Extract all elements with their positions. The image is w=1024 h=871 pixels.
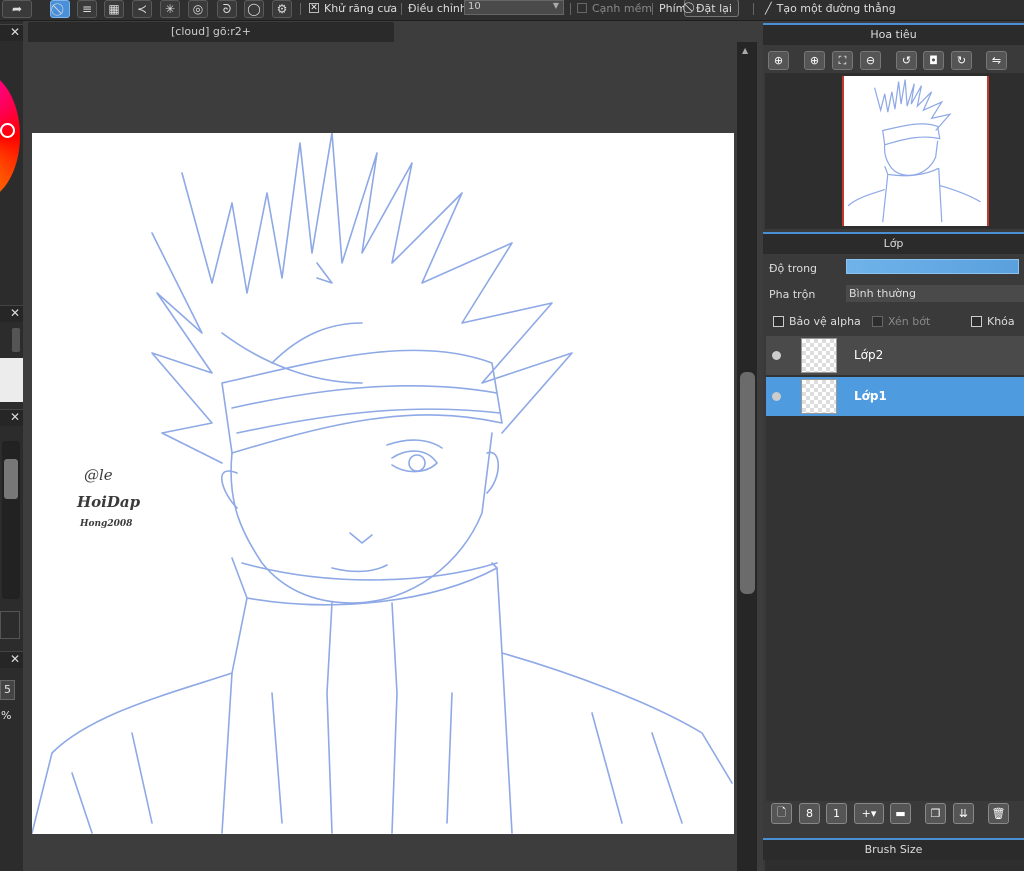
left-panels: ✕ ✕ ✕ ✕ 5 % [0, 21, 23, 871]
soft-edge-checkbox[interactable] [577, 3, 587, 13]
new-layer-icon[interactable]: 🗋 [771, 803, 792, 824]
panel-header: ✕ [0, 24, 23, 41]
close-icon[interactable]: ✕ [10, 652, 20, 666]
add-layer-menu-icon[interactable]: +▾ [854, 803, 884, 824]
parallel-lines-icon[interactable]: ≡ [77, 0, 97, 18]
settings-icon[interactable]: ⚙ [272, 0, 292, 18]
visibility-icon[interactable] [772, 351, 781, 360]
new-layer-8bit-icon[interactable]: 8 [799, 803, 820, 824]
size-value-field[interactable]: 5 [0, 680, 15, 700]
circle-icon[interactable]: ◯ [244, 0, 264, 18]
antialias-checkbox[interactable]: ✕ [309, 3, 319, 13]
rotate-right-icon[interactable]: ↻ [951, 51, 972, 70]
lock-label: Khóa [987, 315, 1015, 328]
layer-row[interactable]: Lớp2 [766, 336, 1024, 375]
signature-line-2: HoiDap [76, 493, 141, 511]
navigator-title: Hoa tiêu [763, 23, 1024, 45]
flip-icon[interactable]: ⇋ [986, 51, 1007, 70]
percent-label: % [1, 709, 12, 722]
clipping-checkbox[interactable] [872, 316, 883, 327]
adjust-label: Điều chỉnh [408, 2, 467, 15]
toolbar-divider [753, 3, 754, 15]
brush-preview [0, 358, 23, 402]
brush-size-title: Brush Size [763, 838, 1024, 860]
toolbar-divider [401, 3, 402, 15]
protect-alpha-checkbox[interactable] [773, 316, 784, 327]
no-snap-icon[interactable]: ⃠ [50, 0, 70, 18]
adjust-select[interactable]: 10 ▼ [464, 0, 564, 15]
antialias-label: Khử răng cưa [324, 2, 398, 15]
close-icon[interactable]: ✕ [10, 306, 20, 320]
color-wheel[interactable] [0, 71, 20, 201]
slider-thumb[interactable] [4, 459, 18, 499]
opacity-slider[interactable] [846, 259, 1019, 274]
document-tab[interactable]: [cloud] gõ:r2+ [28, 22, 394, 42]
key-label: Phím [659, 2, 687, 15]
layers-title: Lớp [763, 232, 1024, 254]
sketch-drawing: @le HoiDap Hong2008 [32, 133, 733, 834]
layer-thumbnail [801, 338, 837, 373]
ruler-line-icon: ╱ [765, 1, 772, 15]
drawing-canvas[interactable]: @le HoiDap Hong2008 [32, 133, 734, 834]
panel-box [0, 611, 20, 639]
panel-header: ✕ [0, 305, 23, 322]
layer-row-selected[interactable]: Lớp1 [766, 377, 1024, 416]
blend-mode-select[interactable]: Bình thường [846, 285, 1024, 302]
layer-thumbnail [801, 379, 837, 414]
navigator-thumbnail [847, 79, 981, 223]
redo-icon[interactable]: ➦ [2, 0, 32, 18]
merge-icon[interactable]: ⇊ [953, 803, 974, 824]
fit-icon[interactable]: ⛶ [832, 51, 853, 70]
scrollbar-thumb[interactable] [740, 372, 755, 594]
scroll-handle[interactable] [12, 328, 20, 352]
toolbar-divider [570, 3, 571, 15]
delete-icon[interactable]: 🗑 [988, 803, 1009, 824]
top-toolbar: ➦ ⃠ ≡ ▦ ≺ ✳ ◎ ᘐ ◯ ⚙ ✕ Khử răng cưa Điều … [0, 0, 1024, 21]
opacity-label: Độ trong [769, 262, 818, 275]
soft-edge-label: Cạnh mềm [592, 2, 653, 15]
signature-line-3: Hong2008 [79, 519, 133, 529]
straight-line-label: Tạo một đường thẳng [776, 1, 896, 15]
new-layer-1bit-icon[interactable]: 1 [826, 803, 847, 824]
radial-icon[interactable]: ✳ [160, 0, 180, 18]
concentric-icon[interactable]: ◎ [188, 0, 208, 18]
rotate-left-icon[interactable]: ↺ [896, 51, 917, 70]
duplicate-icon[interactable]: ❐ [925, 803, 946, 824]
lock-checkbox[interactable] [971, 316, 982, 327]
zoom-in-icon[interactable]: ⊕ [804, 51, 825, 70]
vanishing-point-icon[interactable]: ≺ [132, 0, 152, 18]
fit-screen-icon[interactable]: ◘ [923, 51, 944, 70]
toolbar-divider [300, 3, 301, 15]
straight-line-button[interactable]: ╱ Tạo một đường thẳng [759, 0, 902, 17]
close-icon[interactable]: ✕ [10, 410, 20, 424]
color-picker-handle[interactable] [0, 123, 15, 138]
navigator-preview[interactable] [842, 76, 989, 226]
visibility-icon[interactable] [772, 392, 781, 401]
toolbar-divider [652, 3, 653, 15]
reset-label: Đặt lại [696, 1, 732, 15]
vertical-slider[interactable] [2, 441, 20, 599]
panel-header: ✕ [0, 409, 23, 426]
close-icon[interactable]: ✕ [10, 25, 20, 39]
curve-icon[interactable]: ᘐ [217, 0, 237, 18]
blend-label: Pha trộn [769, 288, 816, 301]
signature-line-1: @le [84, 466, 113, 484]
zoom-actual-icon[interactable]: ⊕ [768, 51, 789, 70]
scroll-up-icon[interactable]: ▲ [742, 46, 748, 55]
folder-icon[interactable]: ▬ [890, 803, 911, 824]
panel-header: ✕ [0, 651, 23, 668]
chevron-down-icon: ▼ [552, 1, 559, 10]
layer-name: Lớp2 [854, 348, 884, 362]
adjust-value: 10 [468, 1, 481, 12]
layer-name: Lớp1 [854, 389, 887, 403]
grid-icon[interactable]: ▦ [104, 0, 124, 18]
protect-alpha-label: Bảo vệ alpha [789, 315, 861, 328]
zoom-out-icon[interactable]: ⊖ [860, 51, 881, 70]
brush-size-list[interactable] [765, 860, 1024, 871]
clipping-label: Xén bớt [888, 315, 931, 328]
reset-button[interactable]: ⃠ Đặt lại [684, 0, 739, 17]
